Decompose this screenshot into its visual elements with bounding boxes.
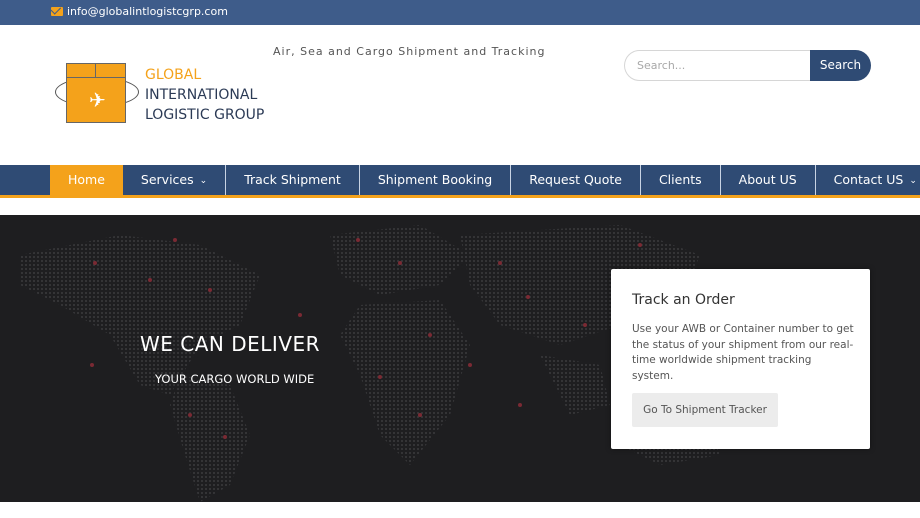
- top-bar: info@globalintlogistcgrp.com: [0, 0, 920, 25]
- track-card-description: Use your AWB or Container number to get …: [632, 323, 854, 382]
- nav-item-track-shipment[interactable]: Track Shipment: [226, 165, 360, 195]
- tagline: Air, Sea and Cargo Shipment and Tracking: [273, 45, 546, 58]
- airplane-icon: ✈: [89, 88, 106, 112]
- search-button[interactable]: Search: [810, 50, 871, 81]
- hero-title: WE CAN DELIVER: [140, 332, 321, 356]
- nav-item-request-quote[interactable]: Request Quote: [511, 165, 641, 195]
- hero-subtitle: YOUR CARGO WORLD WIDE: [155, 372, 315, 386]
- main-navigation: Home Services ⌄ Track Shipment Shipment B…: [0, 165, 920, 198]
- search-form: Search: [624, 50, 871, 81]
- go-to-tracker-button[interactable]: Go To Shipment Tracker: [632, 393, 778, 427]
- chevron-down-icon: ⌄: [909, 175, 917, 186]
- email-text[interactable]: info@globalintlogistcgrp.com: [67, 5, 228, 18]
- logo-box-icon: ✈: [66, 63, 126, 123]
- chevron-down-icon: ⌄: [199, 175, 208, 186]
- nav-item-services[interactable]: Services ⌄: [123, 165, 227, 195]
- logo-line-3: LOGISTIC GROUP: [145, 107, 265, 123]
- envelope-icon: [51, 7, 63, 16]
- logo-text: GLOBAL INTERNATIONAL LOGISTIC GROUP: [145, 65, 264, 125]
- nav-item-shipment-booking[interactable]: Shipment Booking: [360, 165, 512, 195]
- site-header: ✈ GLOBAL INTERNATIONAL LOGISTIC GROUP Ai…: [0, 25, 920, 165]
- nav-item-home[interactable]: Home: [50, 165, 123, 195]
- logo-line-2: INTERNATIONAL: [145, 87, 258, 103]
- nav-item-clients[interactable]: Clients: [641, 165, 721, 195]
- site-logo[interactable]: ✈ GLOBAL INTERNATIONAL LOGISTIC GROUP: [55, 61, 270, 129]
- track-card-title: Track an Order: [632, 292, 735, 308]
- logo-line-1: GLOBAL: [145, 67, 202, 83]
- content-below-hero: [0, 502, 920, 518]
- search-input[interactable]: [624, 50, 814, 81]
- nav-item-about-us[interactable]: About US: [721, 165, 816, 195]
- track-order-card: Track an Order Use your AWB or Container…: [611, 269, 870, 449]
- nav-item-contact-us[interactable]: Contact US ⌄: [816, 165, 920, 195]
- contact-email[interactable]: info@globalintlogistcgrp.com: [51, 5, 228, 18]
